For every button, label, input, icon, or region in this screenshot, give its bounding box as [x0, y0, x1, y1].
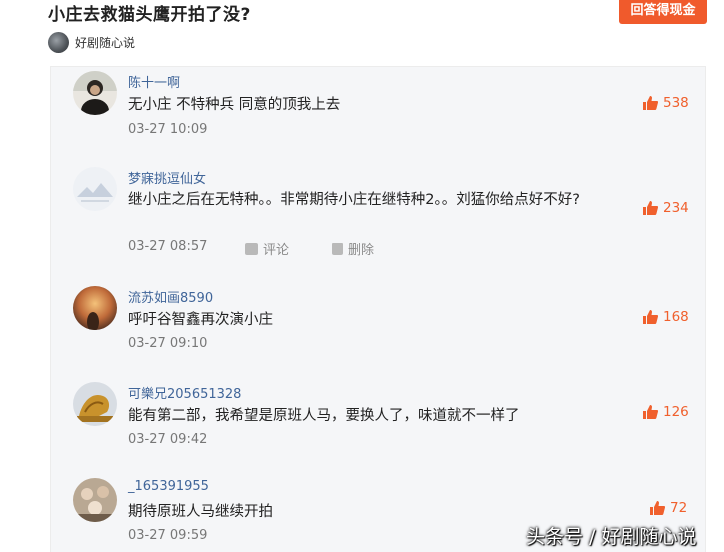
avatar[interactable]	[73, 286, 117, 330]
comment-icon	[245, 242, 258, 255]
comment-username[interactable]: 可樂兄205651328	[128, 383, 241, 402]
like-button[interactable]: 168	[643, 309, 689, 325]
watermark: 头条号 / 好剧随心说	[526, 526, 697, 548]
thumbs-up-icon	[643, 201, 658, 215]
comment-time: 03-27 09:42	[128, 432, 208, 447]
like-count: 234	[663, 200, 689, 216]
comment-text: 呼吁谷智鑫再次演小庄	[128, 312, 273, 328]
comment-username[interactable]: _165391955	[128, 479, 209, 494]
delete-label: 删除	[348, 243, 375, 258]
comment-time: 03-27 09:59	[128, 528, 208, 543]
comment-time: 03-27 10:09	[128, 122, 208, 137]
comment-username[interactable]: 梦寐挑逗仙女	[128, 168, 206, 187]
like-count: 126	[663, 404, 689, 420]
question-author[interactable]: 好剧随心说	[48, 31, 135, 53]
thumbs-up-icon	[643, 310, 658, 324]
delete-button[interactable]: 删除	[332, 239, 374, 258]
reply-button[interactable]: 评论	[245, 239, 289, 258]
like-button[interactable]: 72	[650, 500, 687, 516]
author-name[interactable]: 好剧随心说	[75, 34, 135, 51]
comment-username[interactable]: 流苏如画8590	[128, 287, 213, 306]
like-count: 168	[663, 309, 689, 325]
question-title: 小庄去救猫头鹰开拍了没?	[48, 5, 251, 25]
group-photo-icon	[73, 478, 117, 522]
comment-username[interactable]: 陈十一啊	[128, 72, 180, 91]
like-button[interactable]: 126	[643, 404, 689, 420]
sunset-portrait-icon	[73, 286, 117, 330]
thumbs-up-icon	[643, 96, 658, 110]
like-count: 538	[663, 95, 689, 111]
like-count: 72	[670, 500, 688, 516]
thumbs-up-icon	[650, 501, 665, 515]
comment-time: 03-27 09:10	[128, 336, 208, 351]
trash-icon	[332, 242, 343, 255]
author-avatar[interactable]	[48, 31, 69, 53]
comment-text: 无小庄 不特种兵 同意的顶我上去	[128, 97, 341, 113]
avatar[interactable]	[73, 478, 117, 522]
person-portrait-icon	[73, 71, 117, 115]
thumbs-up-icon	[643, 405, 658, 419]
answer-for-cash-button[interactable]: 回答得现金	[619, 0, 707, 24]
mountain-sketch-icon	[73, 167, 117, 211]
comment-text: 继小庄之后在无特种。。非常期待小庄在继特种2。。刘猛你给点好不好?	[128, 192, 580, 208]
dragon-sculpture-icon	[73, 382, 117, 426]
like-button[interactable]: 538	[643, 95, 689, 111]
comments-panel: 陈十一啊 无小庄 不特种兵 同意的顶我上去 03-27 10:09 538 梦寐…	[50, 66, 706, 552]
avatar[interactable]	[73, 167, 117, 211]
avatar[interactable]	[73, 382, 117, 426]
comment-text: 能有第二部，我希望是原班人马，要换人了，味道就不一样了	[128, 408, 520, 424]
comment-time: 03-27 08:57	[128, 239, 208, 254]
like-button[interactable]: 234	[643, 200, 689, 216]
comment-text: 期待原班人马继续开拍	[128, 504, 273, 520]
avatar[interactable]	[73, 71, 117, 115]
reply-label: 评论	[263, 243, 290, 258]
